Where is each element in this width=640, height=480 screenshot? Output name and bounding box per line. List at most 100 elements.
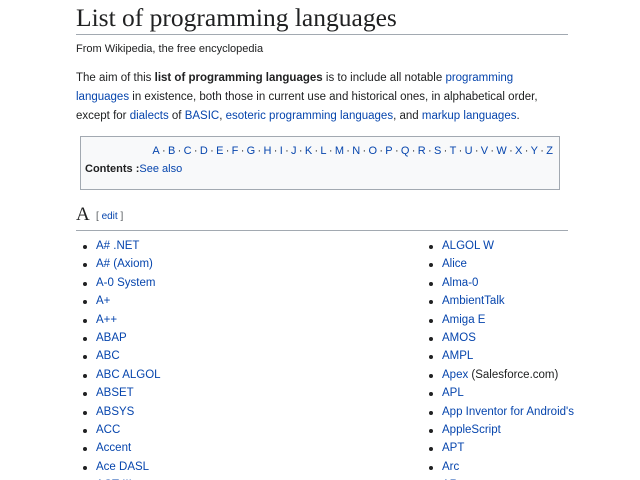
section-heading-a: A [ edit ] xyxy=(76,204,568,231)
language-link[interactable]: A# (Axiom) xyxy=(96,258,153,270)
table-of-contents: A · B · C · D · E · F · G · H · I · J · K · L · M · N · O · P · Q · R · S · T ·… xyxy=(80,136,560,190)
toc-contents-label: Contents : xyxy=(85,163,140,175)
list-item: A+ xyxy=(82,292,161,310)
language-link[interactable]: A++ xyxy=(96,314,117,326)
toc-separator: · xyxy=(458,145,463,157)
toc-letter-z[interactable]: Z xyxy=(546,145,553,157)
language-link[interactable]: APL xyxy=(442,387,464,399)
toc-letter-c[interactable]: C xyxy=(184,145,192,157)
language-link[interactable]: APT xyxy=(442,442,464,454)
language-link[interactable]: A# .NET xyxy=(96,240,139,252)
toc-separator: · xyxy=(346,145,350,157)
list-item: App Inventor for Android's xyxy=(428,403,574,421)
toc-separator: · xyxy=(427,145,432,157)
intro-text: . xyxy=(516,110,520,122)
list-item: AMPL xyxy=(428,347,574,365)
list-item: AmbientTalk xyxy=(428,292,574,310)
toc-letter-g[interactable]: G xyxy=(247,145,256,157)
language-link[interactable]: Alma-0 xyxy=(442,277,478,289)
toc-letter-u[interactable]: U xyxy=(465,145,473,157)
link-dialects[interactable]: dialects xyxy=(130,110,169,122)
section-letter: A xyxy=(76,204,90,225)
language-link[interactable]: AMPL xyxy=(442,350,473,362)
list-item: ABSET xyxy=(82,384,161,402)
toc-separator: · xyxy=(443,145,448,157)
language-link[interactable]: Apex xyxy=(442,369,468,381)
link-esoteric-languages[interactable]: esoteric programming languages xyxy=(226,110,393,122)
toc-letter-a[interactable]: A xyxy=(152,145,159,157)
language-link[interactable]: ABSET xyxy=(96,387,134,399)
list-item: ARexx xyxy=(428,476,574,480)
language-link[interactable]: ABC ALGOL xyxy=(96,369,161,381)
language-link[interactable]: ABAP xyxy=(96,332,127,344)
list-item: ABC ALGOL xyxy=(82,366,161,384)
toc-separator: · xyxy=(298,145,303,157)
toc-separator: · xyxy=(225,145,230,157)
list-item: Arc xyxy=(428,458,574,476)
language-link[interactable]: A+ xyxy=(96,295,110,307)
language-link[interactable]: ALGOL W xyxy=(442,240,494,252)
list-item: A# (Axiom) xyxy=(82,255,161,273)
language-link[interactable]: AmbientTalk xyxy=(442,295,505,307)
toc-letter-o[interactable]: O xyxy=(368,145,377,157)
edit-bracket-close: ] xyxy=(117,211,124,222)
toc-separator: · xyxy=(394,145,399,157)
toc-see-also-link[interactable]: See also xyxy=(139,163,182,175)
list-item: APT xyxy=(428,439,574,457)
intro-text: of xyxy=(168,110,185,122)
language-link[interactable]: Amiga E xyxy=(442,314,485,326)
list-item: A++ xyxy=(82,311,161,329)
list-item: A# .NET xyxy=(82,237,161,255)
list-item: APL xyxy=(428,384,574,402)
toc-separator: · xyxy=(474,145,479,157)
toc-separator: · xyxy=(328,145,333,157)
toc-letter-r[interactable]: R xyxy=(418,145,426,157)
section-edit: [ edit ] xyxy=(96,211,123,222)
language-link[interactable]: A-0 System xyxy=(96,277,155,289)
toc-letter-m[interactable]: M xyxy=(335,145,344,157)
toc-letter-j[interactable]: J xyxy=(291,145,297,157)
list-item: Alice xyxy=(428,255,574,273)
list-item: A-0 System xyxy=(82,274,161,292)
toc-separator: · xyxy=(177,145,182,157)
toc-letter-p[interactable]: P xyxy=(385,145,392,157)
toc-separator: · xyxy=(411,145,416,157)
list-item: ALGOL W xyxy=(428,237,574,255)
language-link[interactable]: Alice xyxy=(442,258,467,270)
list-item: Amiga E xyxy=(428,311,574,329)
list-item: Accent xyxy=(82,439,161,457)
language-link[interactable]: AMOS xyxy=(442,332,476,344)
list-item: Alma-0 xyxy=(428,274,574,292)
language-link[interactable]: Arc xyxy=(442,461,459,473)
list-item: ABAP xyxy=(82,329,161,347)
toc-separator: · xyxy=(193,145,198,157)
language-note: (Salesforce.com) xyxy=(468,368,559,381)
link-basic[interactable]: BASIC xyxy=(185,110,220,122)
language-link[interactable]: ABC xyxy=(96,350,120,362)
toc-letter-w[interactable]: W xyxy=(496,145,506,157)
language-list-right: ALGOL W Alice Alma-0 AmbientTalk Amiga E AMOS… xyxy=(428,237,574,480)
toc-contents-row: Contents :See also xyxy=(85,163,182,175)
page-title: List of programming languages xyxy=(76,0,568,35)
language-link[interactable]: Ace DASL xyxy=(96,461,149,473)
intro-text: The aim of this xyxy=(76,72,155,84)
toc-separator: · xyxy=(240,145,245,157)
language-link[interactable]: ACC xyxy=(96,424,120,436)
toc-separator: · xyxy=(285,145,289,157)
edit-link[interactable]: edit xyxy=(102,211,118,222)
toc-letter-n[interactable]: N xyxy=(352,145,360,157)
toc-letter-d[interactable]: D xyxy=(200,145,208,157)
intro-text: is to include all notable xyxy=(322,72,446,84)
list-item: ABC xyxy=(82,347,161,365)
list-item: Ace DASL xyxy=(82,458,161,476)
list-item: ACT-III xyxy=(82,476,161,480)
toc-separator: · xyxy=(509,145,513,157)
language-link[interactable]: ABSYS xyxy=(96,406,134,418)
language-link[interactable]: AppleScript xyxy=(442,424,501,436)
toc-letter-l[interactable]: L xyxy=(320,145,326,157)
toc-letter-y[interactable]: Y xyxy=(531,145,538,157)
article: List of programming languages From Wikip… xyxy=(76,0,574,480)
language-link[interactable]: App Inventor for Android's xyxy=(442,406,574,418)
link-markup-languages[interactable]: markup languages xyxy=(422,110,517,122)
language-link[interactable]: Accent xyxy=(96,442,131,454)
